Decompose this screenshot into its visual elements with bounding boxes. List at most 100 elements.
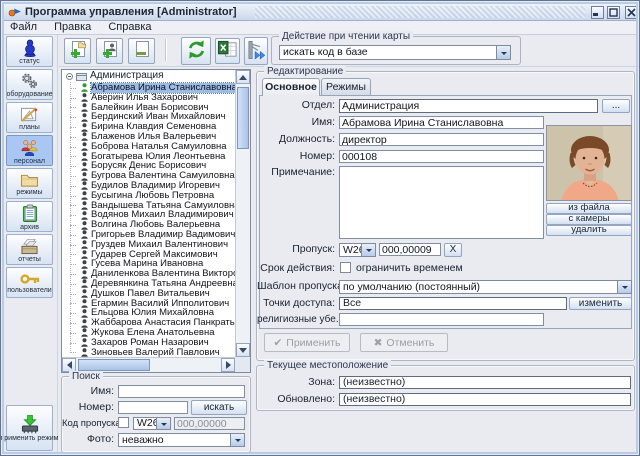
key-icon: [20, 272, 40, 286]
menu-help[interactable]: Справка: [101, 21, 158, 34]
tree-horizontal-scrollbar[interactable]: [62, 357, 235, 372]
sidebar-item-modes[interactable]: режимы: [6, 168, 53, 199]
department-field[interactable]: [339, 99, 598, 113]
refresh-button[interactable]: [181, 37, 211, 65]
cross-icon: ✖: [374, 337, 383, 349]
maximize-button[interactable]: [607, 6, 620, 19]
card-action-select[interactable]: искать код в базе: [279, 45, 511, 60]
tab-modes[interactable]: Режимы: [321, 78, 371, 95]
person-icon: [81, 132, 88, 141]
person-icon: [81, 250, 88, 259]
folder-icon: [20, 172, 39, 188]
card-reader-button[interactable]: [244, 37, 268, 65]
sidebar-item-users[interactable]: пользователи: [6, 267, 53, 298]
scroll-down-button[interactable]: [236, 343, 250, 357]
pass-template-select[interactable]: по умолчанию (постоянный): [339, 280, 632, 294]
triangle-left-icon: [63, 361, 72, 369]
tree-root-label: Администрация: [90, 70, 164, 82]
pass-format-select[interactable]: W26: [339, 243, 376, 257]
validity-checkbox-label: ограничить временем: [356, 262, 463, 274]
person-icon: [81, 152, 88, 161]
department-browse-button[interactable]: ...: [602, 99, 630, 113]
search-button[interactable]: искать: [191, 400, 247, 415]
check-icon: ✔: [273, 337, 282, 349]
person-icon: [81, 103, 88, 112]
search-number-input[interactable]: [118, 401, 188, 414]
sidebar-item-reports[interactable]: отчеты: [6, 234, 53, 265]
triangle-down-icon: [239, 348, 247, 357]
tree-collapse-handle[interactable]: [66, 73, 73, 80]
scroll-right-button[interactable]: [221, 358, 235, 372]
person-icon: [81, 123, 88, 132]
person-icon: [81, 83, 88, 92]
chevron-down-icon[interactable]: [496, 46, 510, 59]
title-bar: Программа управления [Administrator]: [3, 3, 637, 21]
name-field[interactable]: [339, 116, 544, 129]
tab-main[interactable]: Основное: [262, 78, 320, 96]
clipboard-icon: [22, 204, 38, 223]
location-panel: Текущее местоположение Зона: (неизвестно…: [256, 365, 635, 411]
apply-button[interactable]: ✔Применить: [264, 333, 350, 352]
religion-field[interactable]: [339, 313, 544, 326]
remove-button[interactable]: [128, 38, 155, 64]
add-person-button[interactable]: [96, 38, 123, 64]
horizontal-scroll-thumb[interactable]: [78, 359, 150, 371]
sidebar-item-equipment[interactable]: оборудование: [6, 69, 53, 100]
search-name-input[interactable]: [118, 385, 245, 398]
access-points-label: Точки доступа:: [257, 297, 335, 310]
vertical-scroll-thumb[interactable]: [237, 87, 249, 149]
scroll-left-button[interactable]: [62, 358, 76, 372]
sidebar-nav: статус оборудование планы персонал режим…: [3, 35, 58, 453]
person-tree: Администрация Абрамова Ирина Станиславов…: [62, 70, 235, 357]
close-button[interactable]: [625, 6, 638, 19]
tree-vertical-scrollbar[interactable]: [235, 70, 250, 357]
photo-from-camera-button[interactable]: с камеры: [546, 214, 632, 225]
tree-root[interactable]: Администрация: [62, 70, 235, 82]
chevron-down-icon[interactable]: [617, 281, 631, 293]
zone-value: (неизвестно): [339, 376, 631, 389]
tree-person-item[interactable]: Зиновьев Валерий Павлович: [62, 348, 235, 357]
scroll-up-button[interactable]: [236, 70, 250, 84]
position-field[interactable]: [339, 133, 544, 146]
refresh-icon: [185, 38, 208, 64]
people-icon: [20, 138, 39, 157]
cancel-button[interactable]: ✖Отменить: [360, 333, 448, 352]
app-icon: [8, 7, 22, 18]
search-card-format-select[interactable]: W26: [133, 417, 171, 430]
personnel-tree-panel: Администрация Абрамова Ирина Станиславов…: [61, 69, 251, 373]
access-points-change-button[interactable]: изменить: [569, 297, 632, 310]
add-department-button[interactable]: [64, 38, 91, 64]
sidebar-item-personnel[interactable]: персонал: [6, 135, 53, 166]
sidebar-item-plans[interactable]: планы: [6, 102, 53, 133]
chevron-down-icon[interactable]: [361, 244, 375, 256]
pass-clear-button[interactable]: X: [444, 243, 462, 257]
search-name-label: Имя:: [62, 385, 114, 398]
minimize-button[interactable]: [591, 6, 604, 19]
search-photo-label: Фото:: [62, 433, 114, 446]
person-icon: [81, 201, 88, 210]
person-photo: [546, 125, 632, 201]
photo-from-file-button[interactable]: из файла: [546, 203, 632, 214]
photo-delete-button[interactable]: удалить: [546, 225, 632, 236]
note-field[interactable]: [339, 166, 544, 239]
validity-checkbox[interactable]: [340, 262, 351, 273]
sidebar-item-status[interactable]: статус: [6, 36, 53, 67]
menu-file[interactable]: Файл: [3, 21, 44, 34]
chevron-down-icon[interactable]: [156, 418, 170, 429]
location-panel-title: Текущее местоположение: [264, 360, 391, 371]
search-card-code-checkbox[interactable]: [118, 417, 129, 428]
chevron-down-icon[interactable]: [230, 434, 244, 446]
turnstile-icon: [246, 39, 267, 64]
apply-mode-button[interactable]: применить режим: [6, 405, 53, 451]
number-field[interactable]: [339, 150, 544, 163]
export-excel-button[interactable]: [215, 38, 240, 64]
religion-label: религиозные убе...: [257, 313, 335, 326]
person-icon: [81, 240, 88, 249]
search-photo-select[interactable]: неважно: [118, 433, 245, 447]
search-card-code-input[interactable]: [174, 417, 245, 430]
person-icon: [81, 172, 88, 181]
sidebar-item-archive[interactable]: архив: [6, 201, 53, 232]
menu-edit[interactable]: Правка: [47, 21, 98, 34]
pass-code-field[interactable]: [379, 243, 441, 256]
person-icon: [81, 162, 88, 171]
